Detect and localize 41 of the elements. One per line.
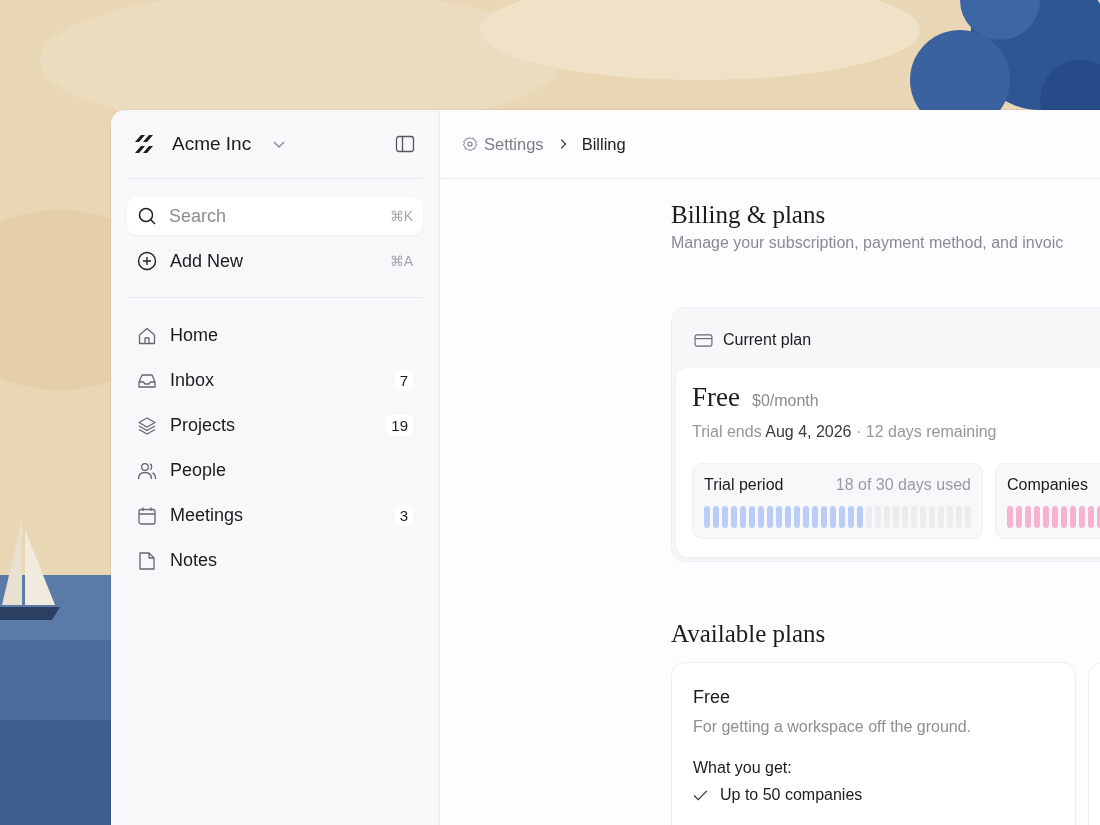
plan-name: Free [693,687,731,708]
nav-item[interactable]: People [127,448,423,493]
people-icon [137,460,157,481]
nav-item[interactable]: Home [127,313,423,358]
search-icon [137,206,157,226]
workspace-name[interactable]: Acme Inc [172,133,252,155]
breadcrumb-link[interactable]: Billing [581,134,626,154]
shortcut-hint: ⌘A [389,253,413,269]
plan-description: For getting a workspace off the ground. [693,718,973,736]
plan-price: $0/month [752,392,819,410]
settings-icon [462,136,478,152]
check-icon [693,789,708,801]
plus-circle-icon [137,251,157,271]
count-badge: 7 [394,370,413,391]
logo-icon [132,132,156,156]
usage-reading: 18 of 30 days used [835,476,971,494]
plan-name: Free [692,382,740,413]
house-icon [137,325,157,346]
section-label: Current plan [723,331,812,349]
count-badge: 3 [394,505,413,526]
nav-item[interactable]: Meetings 3 [127,493,423,538]
sidebar-toggle-icon[interactable] [395,134,415,154]
feature-text: Up to 50 companies [720,786,863,804]
nav-item[interactable]: Projects 19 [127,403,423,448]
nav-item[interactable]: Notes [127,538,423,583]
credit-card-icon [694,332,713,348]
nav-item[interactable]: Inbox 7 [127,358,423,403]
count-badge: 19 [386,415,413,436]
shortcut-hint: ⌘K [389,208,413,224]
document-icon [137,550,157,571]
usage-label: Companies [1007,476,1088,494]
features-heading: What you get: [693,759,793,777]
usage-label: Trial period [704,476,784,494]
trial-info: Trial ends Aug 4, 2026 · 12 days remaining [692,423,998,441]
layers-icon [137,415,157,436]
calendar-icon [137,505,157,526]
breadcrumb-link[interactable]: Settings [484,134,544,154]
add-new-button[interactable]: Add New ⌘A [127,242,423,280]
page-title: Billing & plans [671,201,827,229]
page-subtitle: Manage your subscription, payment method, and invoic [671,234,1065,252]
section-title: Available plans [671,620,827,648]
